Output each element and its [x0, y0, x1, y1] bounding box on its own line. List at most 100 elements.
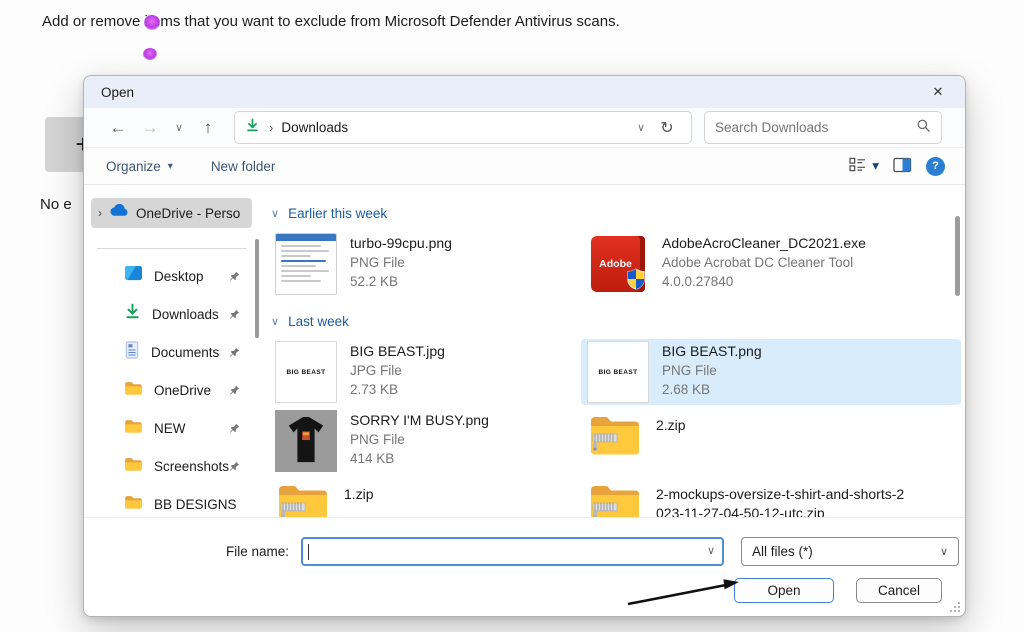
- sidebar-scrollbar[interactable]: [255, 239, 259, 338]
- pin-icon: [229, 307, 240, 325]
- file-type: PNG File: [350, 430, 489, 449]
- sidebar-item-onedrive-personal[interactable]: › OneDrive - Perso: [91, 198, 252, 228]
- chevron-down-icon: ∨: [940, 545, 948, 558]
- file-name-field: ∨: [301, 537, 724, 566]
- file-size: 52.2 KB: [350, 272, 452, 291]
- dialog-main: › OneDrive - Perso Desktop: [84, 187, 965, 517]
- sidebar-item-new[interactable]: NEW: [91, 409, 256, 447]
- file-name: turbo-99cpu.png: [350, 234, 452, 253]
- file-size: 4.0.0.27840: [662, 272, 866, 291]
- onedrive-cloud-icon: [109, 204, 129, 222]
- file-item[interactable]: 2.zip: [581, 408, 961, 466]
- search-input[interactable]: [715, 120, 916, 135]
- refresh-button[interactable]: ↻: [653, 114, 681, 142]
- file-item[interactable]: 1.zip: [269, 477, 581, 517]
- forward-icon: →: [142, 118, 159, 138]
- file-name: BIG BEAST.jpg: [350, 342, 445, 361]
- pin-icon: [229, 383, 240, 401]
- file-item[interactable]: 2-mockups-oversize-t-shirt-and-shorts-20…: [581, 477, 961, 517]
- zip-folder-icon: [587, 410, 643, 460]
- navigation-bar: ← → ∨ ↑ › Downloads ∨ ↻: [84, 108, 965, 148]
- collapse-chevron-icon: ∨: [271, 315, 279, 328]
- file-name: 2-mockups-oversize-t-shirt-and-shorts-20…: [656, 485, 908, 517]
- new-folder-label: New folder: [211, 159, 276, 174]
- recent-locations-button[interactable]: ∨: [166, 113, 192, 143]
- up-button[interactable]: ↑: [192, 113, 224, 143]
- file-name: BIG BEAST.png: [662, 342, 762, 361]
- file-grid: BIG BEAST BIG BEAST.jpg JPG File 2.73 KB…: [269, 339, 955, 517]
- thumbnail-text: BIG BEAST: [599, 369, 638, 376]
- file-item[interactable]: SORRY I'M BUSY.png PNG File 414 KB: [269, 408, 581, 474]
- file-list: ∨ Earlier this week: [256, 187, 965, 517]
- pin-icon: [229, 269, 240, 287]
- preview-pane-button[interactable]: [893, 157, 912, 176]
- file-type: PNG File: [350, 253, 452, 272]
- zip-folder-icon: [275, 479, 331, 517]
- sidebar-item-screenshots[interactable]: Screenshots: [91, 447, 256, 485]
- sidebar-item-label: OneDrive - Perso: [136, 206, 240, 221]
- preview-pane-icon: [893, 157, 912, 176]
- sidebar-item-label: BB DESIGNS: [154, 497, 237, 512]
- file-item[interactable]: BIG BEAST BIG BEAST.jpg JPG File 2.73 KB: [269, 339, 581, 405]
- chevron-down-icon: ∨: [175, 121, 183, 134]
- dialog-footer: File name: ∨ All files (*) ∨ Open Cancel: [84, 517, 965, 616]
- tshirt-graphic: [283, 416, 329, 466]
- chevron-down-icon[interactable]: ∨: [707, 544, 715, 557]
- sidebar-item-onedrive-folder[interactable]: OneDrive: [91, 371, 256, 409]
- address-dropdown-button[interactable]: ∨: [629, 121, 653, 134]
- sidebar-item-desktop[interactable]: Desktop: [91, 257, 256, 295]
- view-mode-icon: [849, 157, 866, 175]
- group-header-earlier-this-week[interactable]: ∨ Earlier this week: [271, 203, 955, 223]
- cursor-highlight-dot: [143, 48, 157, 60]
- zip-folder-icon: [587, 479, 643, 517]
- caret-down-icon: ▾: [168, 161, 173, 172]
- expand-chevron-icon: ›: [98, 206, 102, 220]
- folder-icon: [124, 456, 143, 477]
- close-button[interactable]: ✕: [919, 78, 957, 106]
- file-name: 1.zip: [344, 485, 374, 504]
- file-list-scrollbar[interactable]: [955, 216, 960, 296]
- group-label: Earlier this week: [288, 206, 387, 221]
- refresh-icon: ↻: [660, 120, 673, 137]
- open-button[interactable]: Open: [734, 578, 834, 603]
- toolbar-right-group: ▾ ?: [849, 157, 945, 176]
- forward-button[interactable]: →: [134, 113, 166, 143]
- sidebar-item-label: NEW: [154, 421, 186, 436]
- new-folder-button[interactable]: New folder: [211, 159, 276, 174]
- breadcrumb-chevron-icon: ›: [269, 120, 273, 135]
- file-type-select[interactable]: All files (*) ∨: [741, 537, 959, 566]
- cancel-button[interactable]: Cancel: [856, 578, 942, 603]
- address-bar[interactable]: › Downloads ∨ ↻: [234, 111, 692, 144]
- downloads-icon: [124, 303, 141, 325]
- file-thumbnail: [275, 410, 337, 472]
- file-size: 2.68 KB: [662, 380, 762, 399]
- search-box: [704, 111, 942, 144]
- windows-security-page: Add or remove items that you want to exc…: [0, 0, 1024, 632]
- file-type-value: All files (*): [752, 544, 813, 559]
- sidebar-item-label: Downloads: [152, 307, 219, 322]
- breadcrumb-location[interactable]: Downloads: [281, 120, 348, 135]
- folder-icon: [124, 494, 143, 515]
- file-item[interactable]: turbo-99cpu.png PNG File 52.2 KB: [269, 231, 581, 297]
- resize-grip-icon[interactable]: [948, 600, 960, 612]
- dialog-titlebar: Open ✕: [84, 76, 965, 108]
- group-header-last-week[interactable]: ∨ Last week: [271, 311, 955, 331]
- organize-button[interactable]: Organize ▾: [106, 159, 173, 174]
- file-item-selected[interactable]: BIG BEAST BIG BEAST.png PNG File 2.68 KB: [581, 339, 961, 405]
- file-name-input[interactable]: [307, 540, 696, 563]
- dialog-toolbar: Organize ▾ New folder ▾: [84, 148, 965, 185]
- change-view-button[interactable]: ▾: [849, 157, 879, 175]
- file-type: PNG File: [662, 361, 762, 380]
- navigation-pane: › OneDrive - Perso Desktop: [84, 187, 256, 517]
- sidebar-item-label: OneDrive: [154, 383, 211, 398]
- sidebar-item-documents[interactable]: Documents: [91, 333, 256, 371]
- exclusions-empty-text: No e: [40, 196, 72, 213]
- file-name: AdobeAcroCleaner_DC2021.exe: [662, 234, 866, 253]
- file-name: 2.zip: [656, 416, 686, 435]
- help-button[interactable]: ?: [926, 157, 945, 176]
- pin-icon: [229, 421, 240, 439]
- file-item[interactable]: Adobe AdobeAcroCleaner_DC2021.exe Adobe …: [581, 231, 961, 297]
- sidebar-item-downloads[interactable]: Downloads: [91, 295, 256, 333]
- back-button[interactable]: ←: [102, 113, 134, 143]
- sidebar-separator: [97, 248, 246, 249]
